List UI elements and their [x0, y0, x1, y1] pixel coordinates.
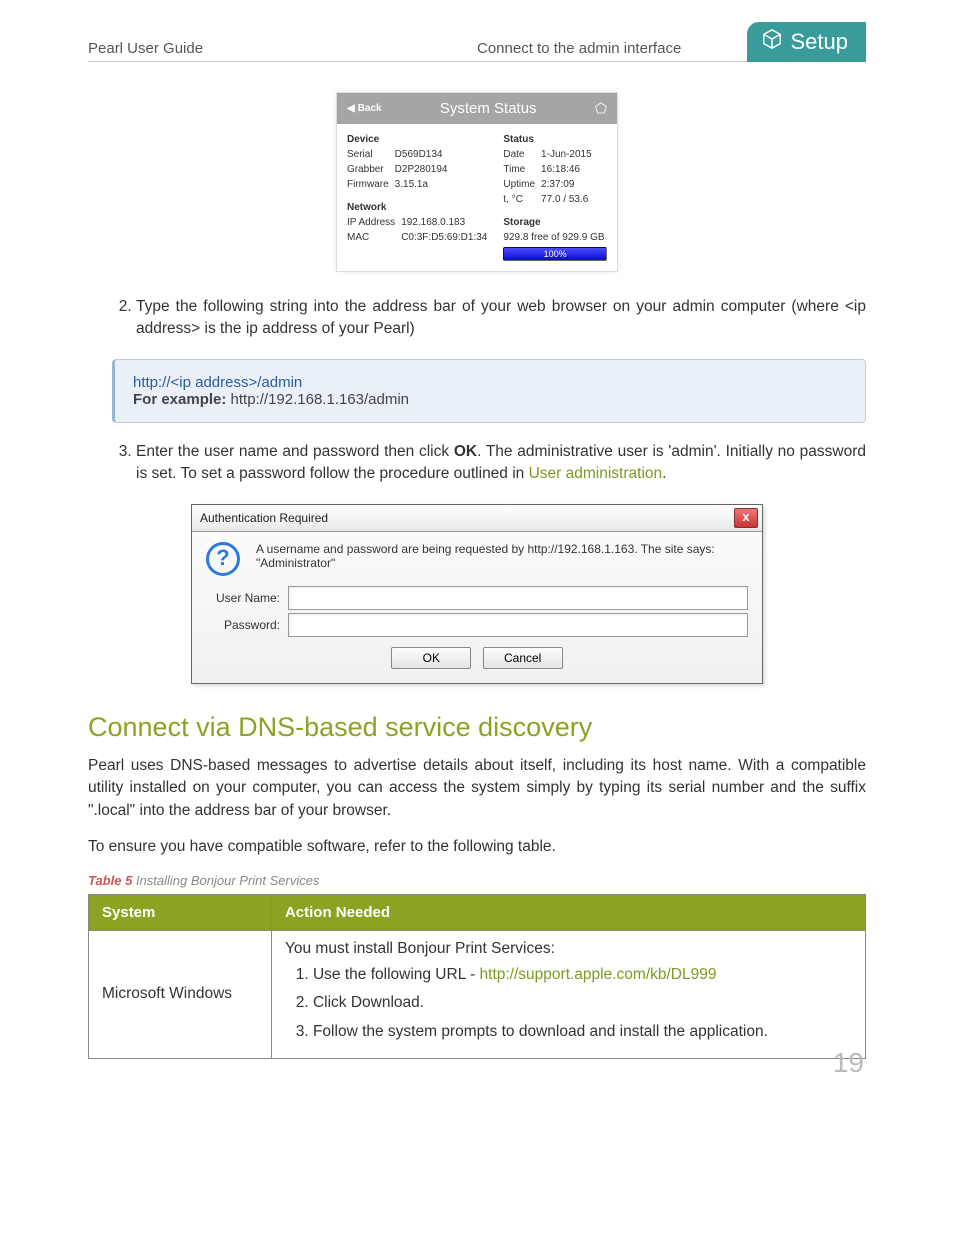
user-admin-link[interactable]: User administration [529, 465, 663, 482]
storage-text: 929.8 free of 929.9 GB [503, 232, 607, 243]
page-number: 19 [833, 1047, 864, 1079]
status-table: Date1-Jun-2015 Time16:18:46 Uptime2:37:0… [503, 147, 597, 207]
table-row: Microsoft Windows You must install Bonjo… [89, 930, 866, 1058]
password-label: Password: [206, 618, 280, 632]
username-label: User Name: [206, 591, 280, 605]
back-button[interactable]: ◀ Back [347, 103, 382, 114]
dns-heading: Connect via DNS-based service discovery [88, 712, 866, 743]
th-action: Action Needed [271, 894, 865, 930]
storage-heading: Storage [503, 217, 607, 228]
network-heading: Network [347, 202, 493, 213]
cancel-button[interactable]: Cancel [483, 647, 563, 669]
auth-dialog: Authentication Required x ? A username a… [191, 504, 763, 684]
cell-action: You must install Bonjour Print Services:… [271, 930, 865, 1058]
back-arrow-icon: ◀ [347, 103, 355, 114]
home-icon[interactable]: ⬠ [595, 100, 607, 117]
example-url: http://192.168.1.163/admin [226, 391, 409, 408]
dns-paragraph-1: Pearl uses DNS-based messages to adverti… [88, 755, 866, 822]
network-table: IP Address192.168.0.183 MACC0:3F:D5:69:D… [347, 215, 493, 245]
close-icon[interactable]: x [734, 508, 758, 528]
step-2: Type the following string into the addre… [136, 296, 866, 341]
step-3: Enter the user name and password then cl… [136, 441, 866, 486]
header-left: Pearl User Guide [88, 40, 477, 57]
bonjour-table: System Action Needed Microsoft Windows Y… [88, 894, 866, 1059]
ok-button[interactable]: OK [391, 647, 471, 669]
example-url-box: http://<ip address>/admin For example: h… [112, 359, 866, 423]
username-input[interactable] [288, 586, 748, 610]
table-caption: Table 5 Installing Bonjour Print Service… [88, 873, 866, 888]
setup-tab: Setup [747, 22, 867, 62]
question-icon: ? [206, 542, 240, 576]
th-system: System [89, 894, 272, 930]
status-title-text: System Status [440, 100, 537, 117]
page-header: Pearl User Guide Connect to the admin in… [88, 40, 866, 62]
url-template: http://<ip address>/admin [133, 374, 847, 391]
auth-message: A username and password are being reques… [256, 542, 748, 570]
device-heading: Device [347, 134, 493, 145]
system-status-panel: ◀ Back System Status ⬠ Device SerialD569… [336, 92, 618, 272]
dns-paragraph-2: To ensure you have compatible software, … [88, 836, 866, 858]
storage-bar: 100% [503, 247, 607, 261]
box-icon [761, 28, 783, 56]
cell-system: Microsoft Windows [89, 930, 272, 1058]
device-table: SerialD569D134 GrabberD2P280194 Firmware… [347, 147, 454, 192]
bonjour-url-link[interactable]: http://support.apple.com/kb/DL999 [480, 966, 717, 983]
auth-dialog-title: Authentication Required [200, 511, 328, 525]
status-titlebar: ◀ Back System Status ⬠ [337, 93, 617, 124]
example-label: For example: [133, 391, 226, 408]
setup-tab-label: Setup [791, 29, 849, 55]
password-input[interactable] [288, 613, 748, 637]
status-heading: Status [503, 134, 607, 145]
